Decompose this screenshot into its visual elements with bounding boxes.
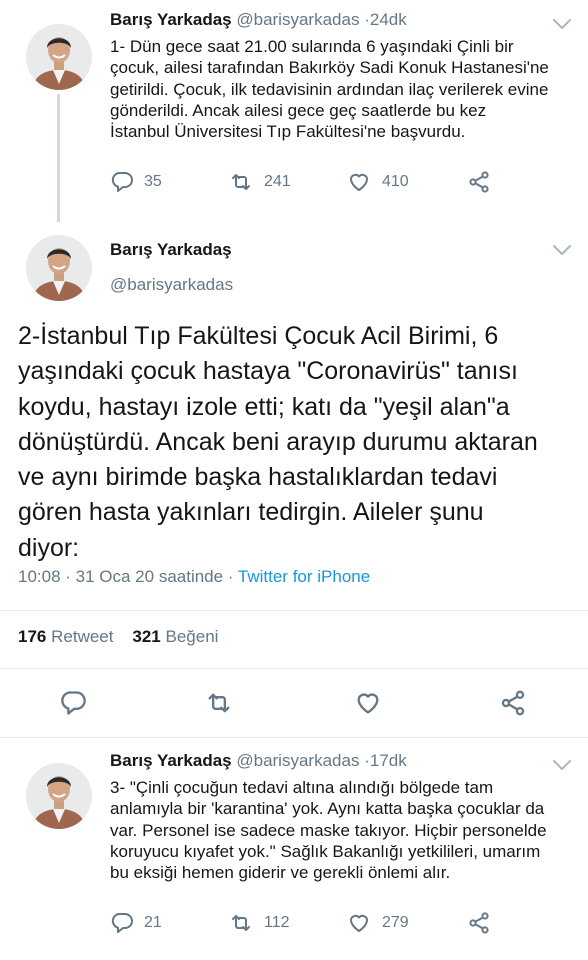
retweet-button[interactable]: 241 <box>228 170 291 194</box>
author-handle-block: @barisyarkadas <box>110 275 233 295</box>
retweets-stat[interactable]: 176 Retweet <box>18 627 113 646</box>
tweet-time[interactable]: 17dk <box>370 751 407 770</box>
timestamp[interactable]: 10:08 · 31 Oca 20 saatinde · <box>18 567 233 586</box>
reply-button[interactable] <box>59 689 87 717</box>
share-icon <box>469 171 489 193</box>
text-line: İstanbul Üniversitesi Tıp Fakültesi'ne b… <box>110 122 466 142</box>
share-button[interactable] <box>499 689 527 717</box>
share-button[interactable] <box>467 911 491 935</box>
text-line: getirildi. Çocuk, ilk tedavisinin ardınd… <box>110 79 549 99</box>
tweet-meta: 10:08 · 31 Oca 20 saatinde · Twitter for… <box>18 567 370 587</box>
text-line: gönderildi. Ancak ailesi gece geç saatle… <box>110 100 487 120</box>
avatar[interactable] <box>26 763 92 829</box>
heart-icon <box>350 914 368 932</box>
retweet-button[interactable]: 112 <box>228 911 290 935</box>
reply-icon <box>61 691 86 715</box>
text-line: diyor: <box>18 533 80 562</box>
text-line: 2-İstanbul Tıp Fakültesi Çocuk Acil Biri… <box>18 322 499 350</box>
retweet-label: Retweet <box>51 627 114 646</box>
tweet-time[interactable]: 24dk <box>370 10 407 29</box>
author-handle[interactable]: @barisyarkadas <box>236 10 359 29</box>
text-line: 3- "Çinli çocuğun tedavi altına alındığı… <box>110 778 494 797</box>
text-line: bu eksiği hemen giderir ve gerekli önlem… <box>110 863 451 883</box>
avatar[interactable] <box>26 24 92 90</box>
chevron-down-icon[interactable] <box>552 243 572 257</box>
reply-icon <box>111 172 133 192</box>
heart-icon <box>357 693 379 714</box>
text-line: gören hasta yakınları tedirgin. Aileler … <box>18 498 484 527</box>
author-name[interactable]: Barış Yarkadaş <box>110 240 232 259</box>
retweet-icon <box>208 693 230 713</box>
text-line: koruyucu kıyafet yok." Sağlık Bakanlığı … <box>110 841 541 861</box>
source-link[interactable]: Twitter for iPhone <box>238 567 370 586</box>
author-handle[interactable]: @barisyarkadas <box>236 751 359 770</box>
text-line: yaşındaki çocuk hastaya "Coronavirüs" ta… <box>18 357 518 386</box>
divider <box>0 737 588 738</box>
text-line: 1- Dün gece saat 21.00 sularında 6 yaşın… <box>110 37 514 56</box>
divider <box>0 610 588 611</box>
reply-button[interactable]: 21 <box>110 911 162 935</box>
thread-line <box>57 94 60 222</box>
tweet-header: Barış Yarkadaş @barisyarkadas ·17dk <box>110 751 407 771</box>
like-count: 279 <box>382 914 409 931</box>
tweet-text: 1- Dün gece saat 21.00 sularında 6 yaşın… <box>110 36 580 142</box>
like-label: Beğeni <box>165 627 219 646</box>
reply-count: 21 <box>144 914 162 931</box>
text-line: ve aynı birimde başka hastalıklardan ted… <box>18 463 498 492</box>
like-total: 321 <box>132 627 161 646</box>
author-name[interactable]: Barış Yarkadaş <box>110 10 232 29</box>
retweet-button[interactable] <box>204 689 234 717</box>
avatar[interactable] <box>26 235 92 301</box>
retweet-count: 241 <box>264 173 291 190</box>
text-line: anlamıyla bir 'karantina' yok. Aynı katt… <box>110 799 545 819</box>
tweet-text: 3- "Çinli çocuğun tedavi altına alındığı… <box>110 777 580 883</box>
like-button[interactable] <box>353 689 383 717</box>
text-line: dönüştürdü. Ancak beni arayıp durumu akt… <box>18 427 538 456</box>
divider <box>0 668 588 669</box>
like-button[interactable]: 410 <box>346 170 409 194</box>
engagement-stats: 176 Retweet 321 Beğeni <box>18 627 218 647</box>
text-line: var. Personel ise sadece maske takıyor. … <box>110 820 547 840</box>
text-line: koydu, hastayı izole etti; katı da "yeşi… <box>18 392 510 421</box>
retweet-count: 112 <box>264 914 290 931</box>
author-handle[interactable]: @barisyarkadas <box>110 275 233 294</box>
reply-count: 35 <box>144 173 162 190</box>
like-count: 410 <box>382 173 409 190</box>
share-button[interactable] <box>467 170 491 194</box>
likes-stat[interactable]: 321 Beğeni <box>132 627 218 646</box>
reply-icon <box>111 913 133 933</box>
tweet-header: Barış Yarkadaş @barisyarkadas ·24dk <box>110 10 407 30</box>
reply-button[interactable]: 35 <box>110 170 162 194</box>
share-icon <box>469 912 489 934</box>
retweet-total: 176 <box>18 627 47 646</box>
heart-icon <box>350 173 368 191</box>
retweet-icon <box>232 174 250 190</box>
author-name-block: Barış Yarkadaş <box>110 240 232 260</box>
chevron-down-icon[interactable] <box>552 17 572 31</box>
retweet-icon <box>232 915 250 931</box>
author-name[interactable]: Barış Yarkadaş <box>110 751 232 770</box>
like-button[interactable]: 279 <box>346 911 409 935</box>
chevron-down-icon[interactable] <box>552 758 572 772</box>
text-line: çocuk, ailesi tarafından Bakırköy Sadi K… <box>110 58 549 78</box>
tweet-text: 2-İstanbul Tıp Fakültesi Çocuk Acil Biri… <box>18 319 578 566</box>
share-icon <box>501 690 525 716</box>
